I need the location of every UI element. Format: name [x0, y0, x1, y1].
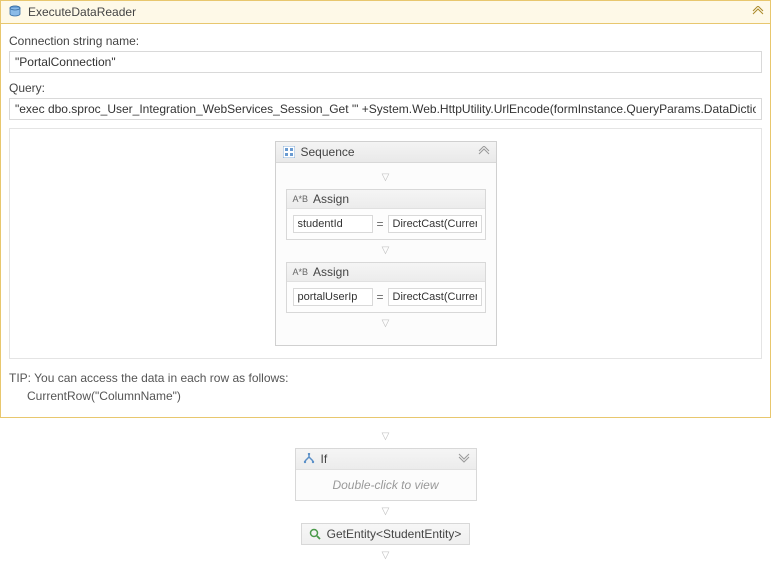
query-input[interactable]	[9, 98, 762, 120]
search-icon	[308, 527, 322, 541]
sequence-icon	[282, 145, 296, 159]
designer-surface[interactable]: Sequence ▽ A*B Assign	[9, 128, 762, 359]
sequence-title: Sequence	[301, 145, 478, 159]
execute-data-reader-activity[interactable]: ExecuteDataReader Connection string name…	[0, 0, 771, 418]
sequence-header[interactable]: Sequence	[276, 142, 496, 163]
assign-header[interactable]: A*B Assign	[287, 190, 485, 209]
assign-body: =	[287, 209, 485, 239]
flow-arrow-icon: ▽	[382, 319, 390, 329]
activity-header[interactable]: ExecuteDataReader	[1, 1, 770, 24]
assign-activity[interactable]: A*B Assign =	[286, 262, 486, 313]
equals-label: =	[377, 290, 384, 304]
if-icon	[302, 452, 316, 466]
assign-title: Assign	[313, 192, 349, 206]
activity-body: Connection string name: Query:	[1, 24, 770, 417]
tip-text: TIP: You can access the data in each row…	[9, 369, 762, 405]
flow-arrow-icon: ▽	[382, 173, 390, 183]
assign-header[interactable]: A*B Assign	[287, 263, 485, 282]
assign-to-input[interactable]	[293, 215, 373, 233]
outer-flow: ▽ If Double-click to view ▽	[0, 418, 771, 575]
activity-title: ExecuteDataReader	[28, 5, 752, 19]
if-title: If	[321, 452, 458, 466]
if-header[interactable]: If	[296, 449, 476, 470]
assign-activity[interactable]: A*B Assign =	[286, 189, 486, 240]
if-activity[interactable]: If Double-click to view	[295, 448, 477, 501]
flow-arrow-icon: ▽	[382, 551, 390, 561]
collapse-icon[interactable]	[752, 6, 764, 19]
expand-icon[interactable]	[458, 453, 470, 466]
assign-title: Assign	[313, 265, 349, 279]
collapse-icon[interactable]	[478, 146, 490, 159]
connection-label: Connection string name:	[9, 34, 762, 48]
flow-arrow-icon: ▽	[382, 246, 390, 256]
if-hint[interactable]: Double-click to view	[296, 470, 476, 500]
query-label: Query:	[9, 81, 762, 95]
flow-arrow-icon: ▽	[382, 432, 390, 442]
assign-icon: A*B	[293, 194, 309, 204]
get-entity-activity[interactable]: GetEntity<StudentEntity>	[301, 523, 471, 545]
tip-line-1: TIP: You can access the data in each row…	[9, 369, 762, 387]
assign-body: =	[287, 282, 485, 312]
connection-string-input[interactable]	[9, 51, 762, 73]
tip-line-2: CurrentRow("ColumnName")	[27, 387, 762, 405]
assign-to-input[interactable]	[293, 288, 373, 306]
database-icon	[7, 4, 23, 20]
assign-value-input[interactable]	[388, 215, 482, 233]
assign-value-input[interactable]	[388, 288, 482, 306]
sequence-body: ▽ A*B Assign = ▽	[276, 163, 496, 345]
flow-arrow-icon: ▽	[382, 507, 390, 517]
equals-label: =	[377, 217, 384, 231]
get-entity-title: GetEntity<StudentEntity>	[327, 527, 462, 541]
sequence-activity[interactable]: Sequence ▽ A*B Assign	[275, 141, 497, 346]
assign-icon: A*B	[293, 267, 309, 277]
